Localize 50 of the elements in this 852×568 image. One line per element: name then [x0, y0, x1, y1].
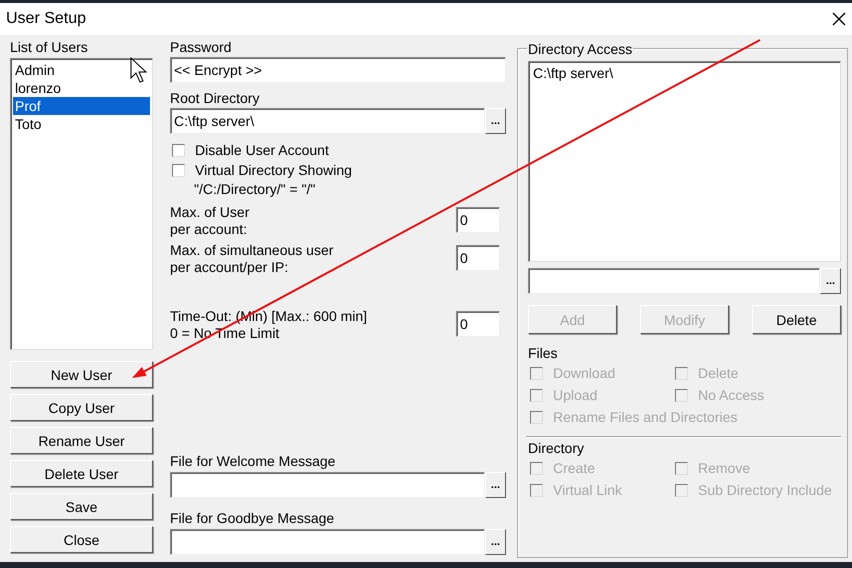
user-action-button[interactable]: New User: [10, 361, 153, 388]
directory-item[interactable]: C:\ftp server\: [531, 64, 838, 82]
checkbox-label: Remove: [698, 459, 750, 478]
directory-action-button[interactable]: Delete: [752, 305, 841, 334]
window-title: User Setup: [6, 10, 86, 28]
user-action-button[interactable]: Close: [10, 526, 153, 553]
checkbox-label: Disable User Account: [195, 141, 329, 160]
welcome-file-field[interactable]: [170, 472, 485, 498]
checkbox-label: Delete: [698, 364, 738, 383]
welcome-file-label: File for Welcome Message: [170, 453, 336, 470]
browse-button[interactable]: ...: [820, 268, 841, 294]
option-note: "/C:/Directory/" = "/": [193, 180, 316, 198]
password-field[interactable]: << Encrypt >>: [170, 57, 506, 83]
section-label: Directory: [528, 440, 586, 457]
user-item[interactable]: Admin: [13, 61, 150, 79]
root-directory-field[interactable]: C:\ftp server\: [170, 108, 485, 134]
browse-button[interactable]: ...: [485, 529, 506, 555]
limit-label: Max. of User per account:: [170, 204, 250, 238]
group-title: Directory Access: [527, 41, 634, 57]
number-field[interactable]: 0: [456, 245, 500, 271]
checkbox-label: Upload: [553, 386, 598, 405]
checkbox[interactable]: [172, 144, 185, 156]
password-label: Password: [170, 39, 232, 56]
user-item[interactable]: Prof: [13, 97, 150, 115]
user-action-button[interactable]: Delete User: [10, 460, 153, 487]
limit-label: Max. of simultaneous user per account/per IP:: [170, 242, 334, 276]
checkbox-label: Download: [553, 364, 616, 383]
root-directory-label: Root Directory: [170, 90, 260, 107]
checkbox-label: Virtual Link: [553, 481, 622, 500]
number-field[interactable]: 0: [456, 207, 500, 233]
close-icon[interactable]: [832, 12, 846, 26]
checkbox-label: No Access: [698, 386, 764, 405]
user-action-button[interactable]: Save: [10, 493, 153, 520]
checkbox-label: Rename Files and Directories: [553, 408, 738, 427]
browse-button[interactable]: ...: [485, 472, 506, 498]
goodbye-file-label: File for Goodbye Message: [170, 510, 336, 527]
directory-path-field[interactable]: [528, 268, 820, 294]
checkbox[interactable]: [172, 164, 185, 176]
user-item[interactable]: lorenzo: [13, 79, 150, 97]
checkbox-label: Virtual Directory Showing: [195, 161, 352, 180]
section-label: Files: [528, 345, 559, 362]
goodbye-file-field[interactable]: [170, 529, 485, 555]
checkbox-label: Sub Directory Include: [698, 481, 832, 500]
list-label: List of Users: [10, 39, 89, 56]
checkbox-label: Create: [553, 459, 596, 478]
user-action-button[interactable]: Copy User: [10, 394, 153, 421]
browse-button[interactable]: ...: [485, 108, 506, 134]
number-field[interactable]: 0: [456, 311, 500, 337]
user-item[interactable]: Toto: [13, 115, 150, 133]
user-action-button[interactable]: Rename User: [10, 427, 153, 454]
